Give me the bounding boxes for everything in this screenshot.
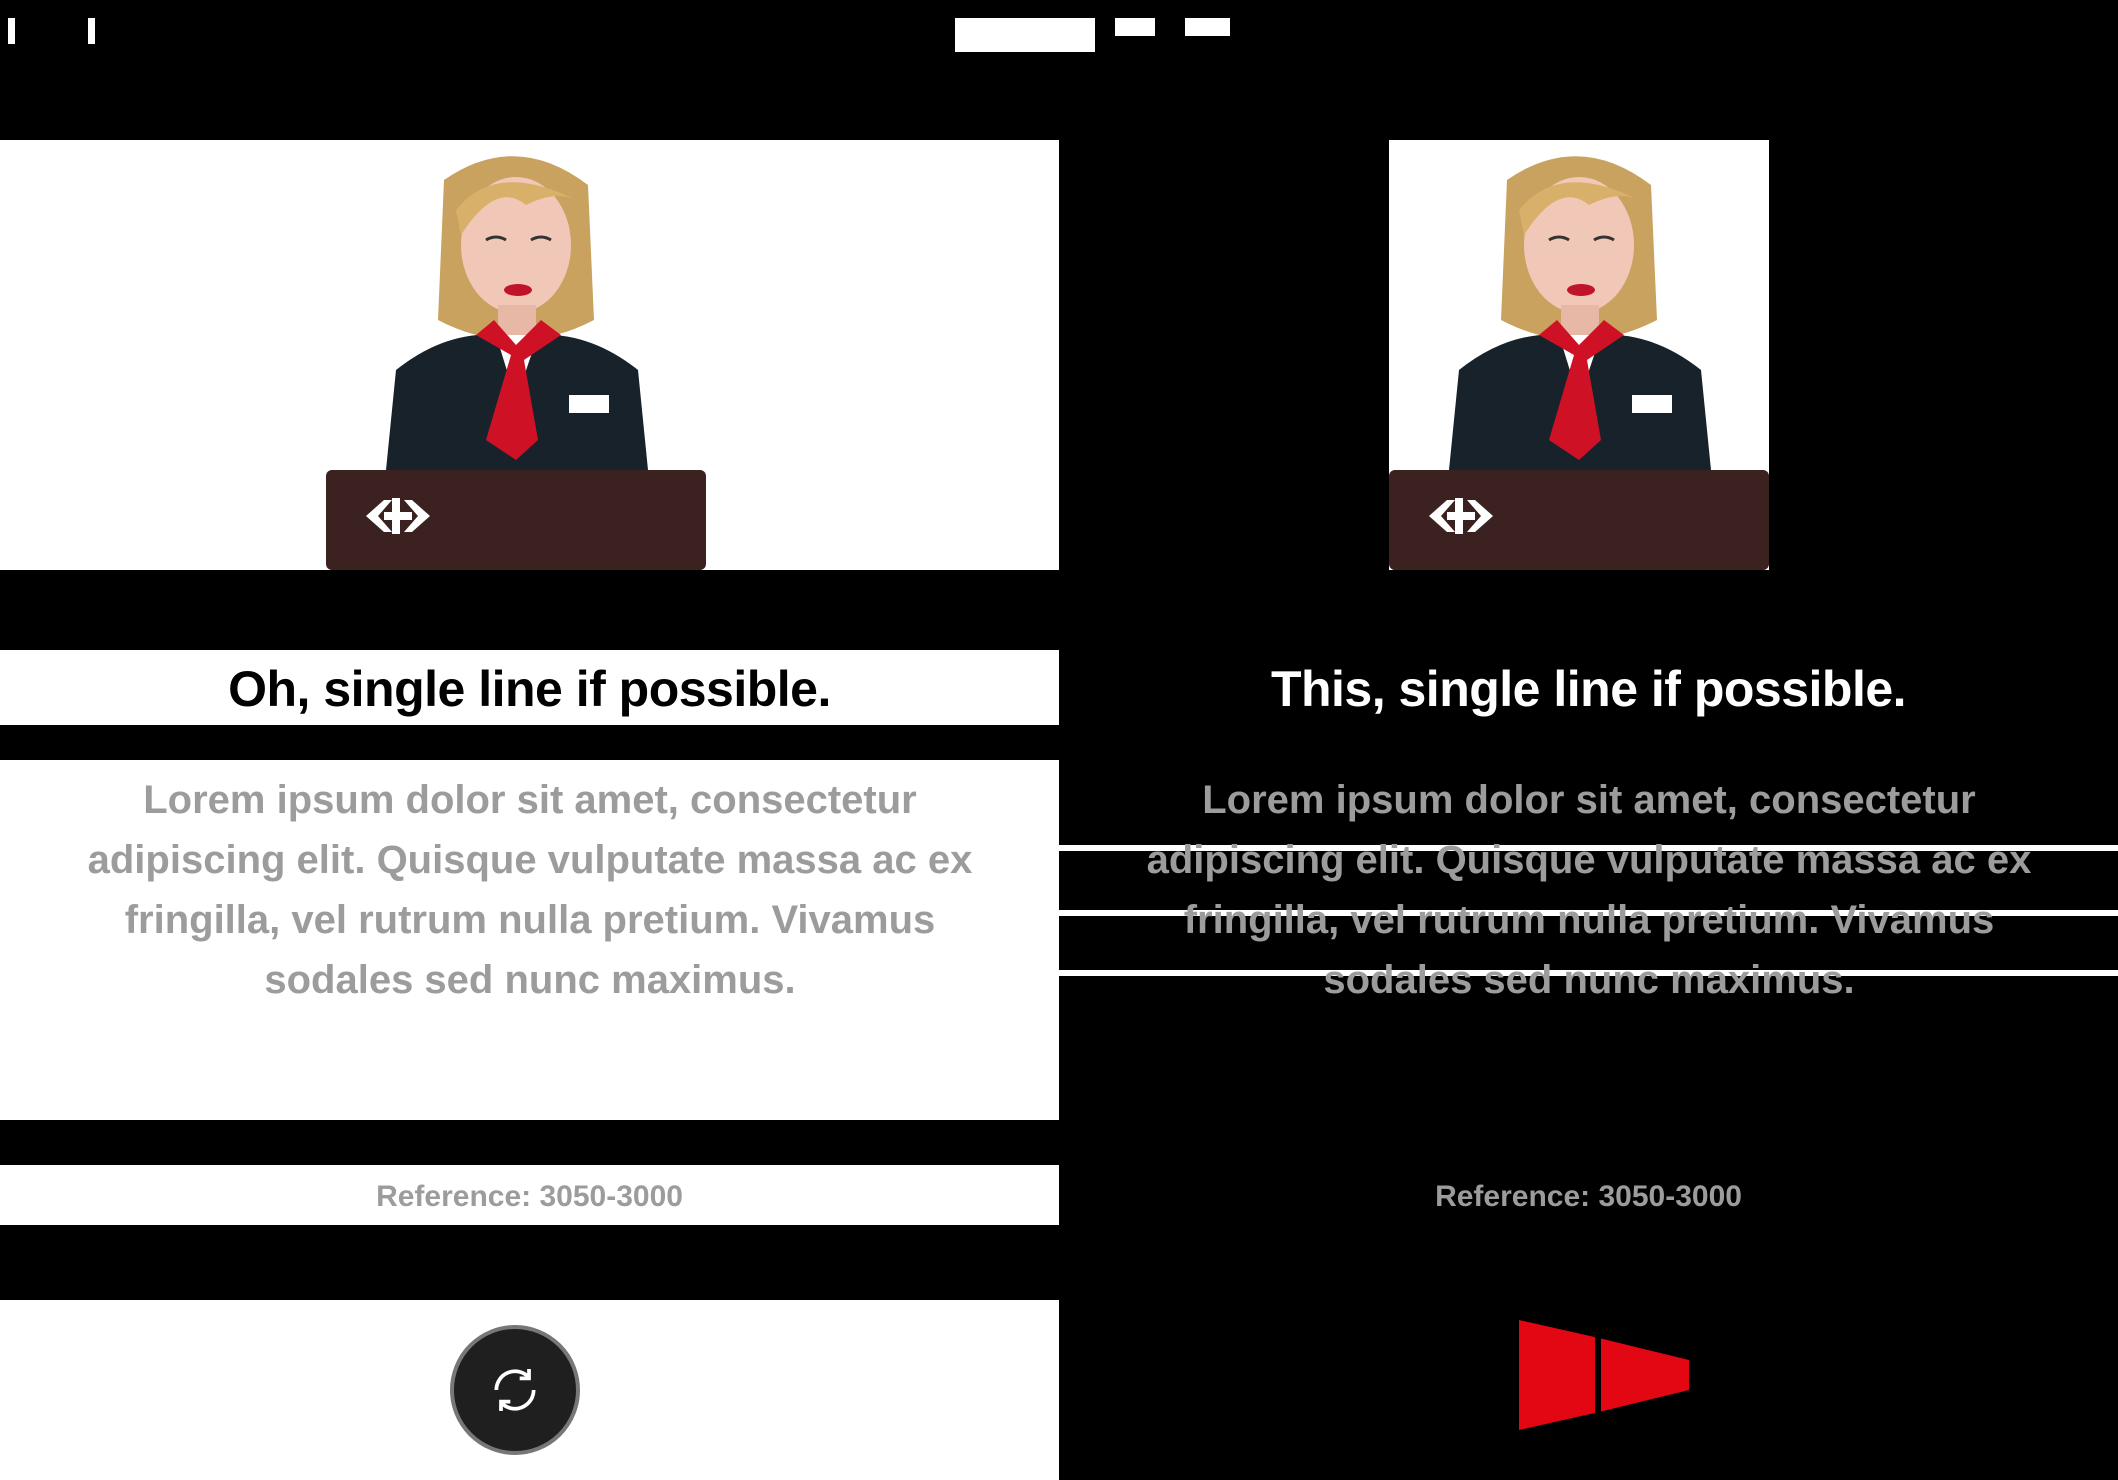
info-card-left: Oh, single line if possible. Lorem ipsum… — [0, 120, 1059, 1480]
info-card-right: This, single line if possible. Lorem ips… — [1059, 120, 2118, 1430]
card-body: Lorem ipsum dolor sit amet, consectetur … — [1146, 778, 2032, 1002]
top-bar-mark — [88, 18, 95, 44]
illustration-panel — [1389, 140, 1769, 570]
sbb-flag-icon[interactable] — [1519, 1320, 1689, 1430]
top-bar-gap — [1115, 18, 1155, 36]
top-bar-gap — [1185, 18, 1230, 36]
top-bar-mark — [8, 18, 15, 44]
card-body: Lorem ipsum dolor sit amet, consectetur … — [87, 778, 973, 1002]
card-heading: This, single line if possible. — [1270, 661, 1907, 717]
card-caption: Reference: 3050-3000 — [1435, 1180, 1742, 1213]
top-bar — [0, 0, 2118, 70]
card-heading: Oh, single line if possible. — [228, 661, 831, 717]
refresh-icon — [494, 1369, 536, 1411]
card-caption: Reference: 3050-3000 — [376, 1180, 683, 1213]
illustration-panel — [0, 140, 1059, 570]
counter-agent-illustration — [326, 156, 706, 570]
refresh-button[interactable] — [450, 1325, 580, 1455]
top-bar-gap — [955, 18, 1095, 52]
counter-agent-illustration — [1389, 140, 1769, 570]
